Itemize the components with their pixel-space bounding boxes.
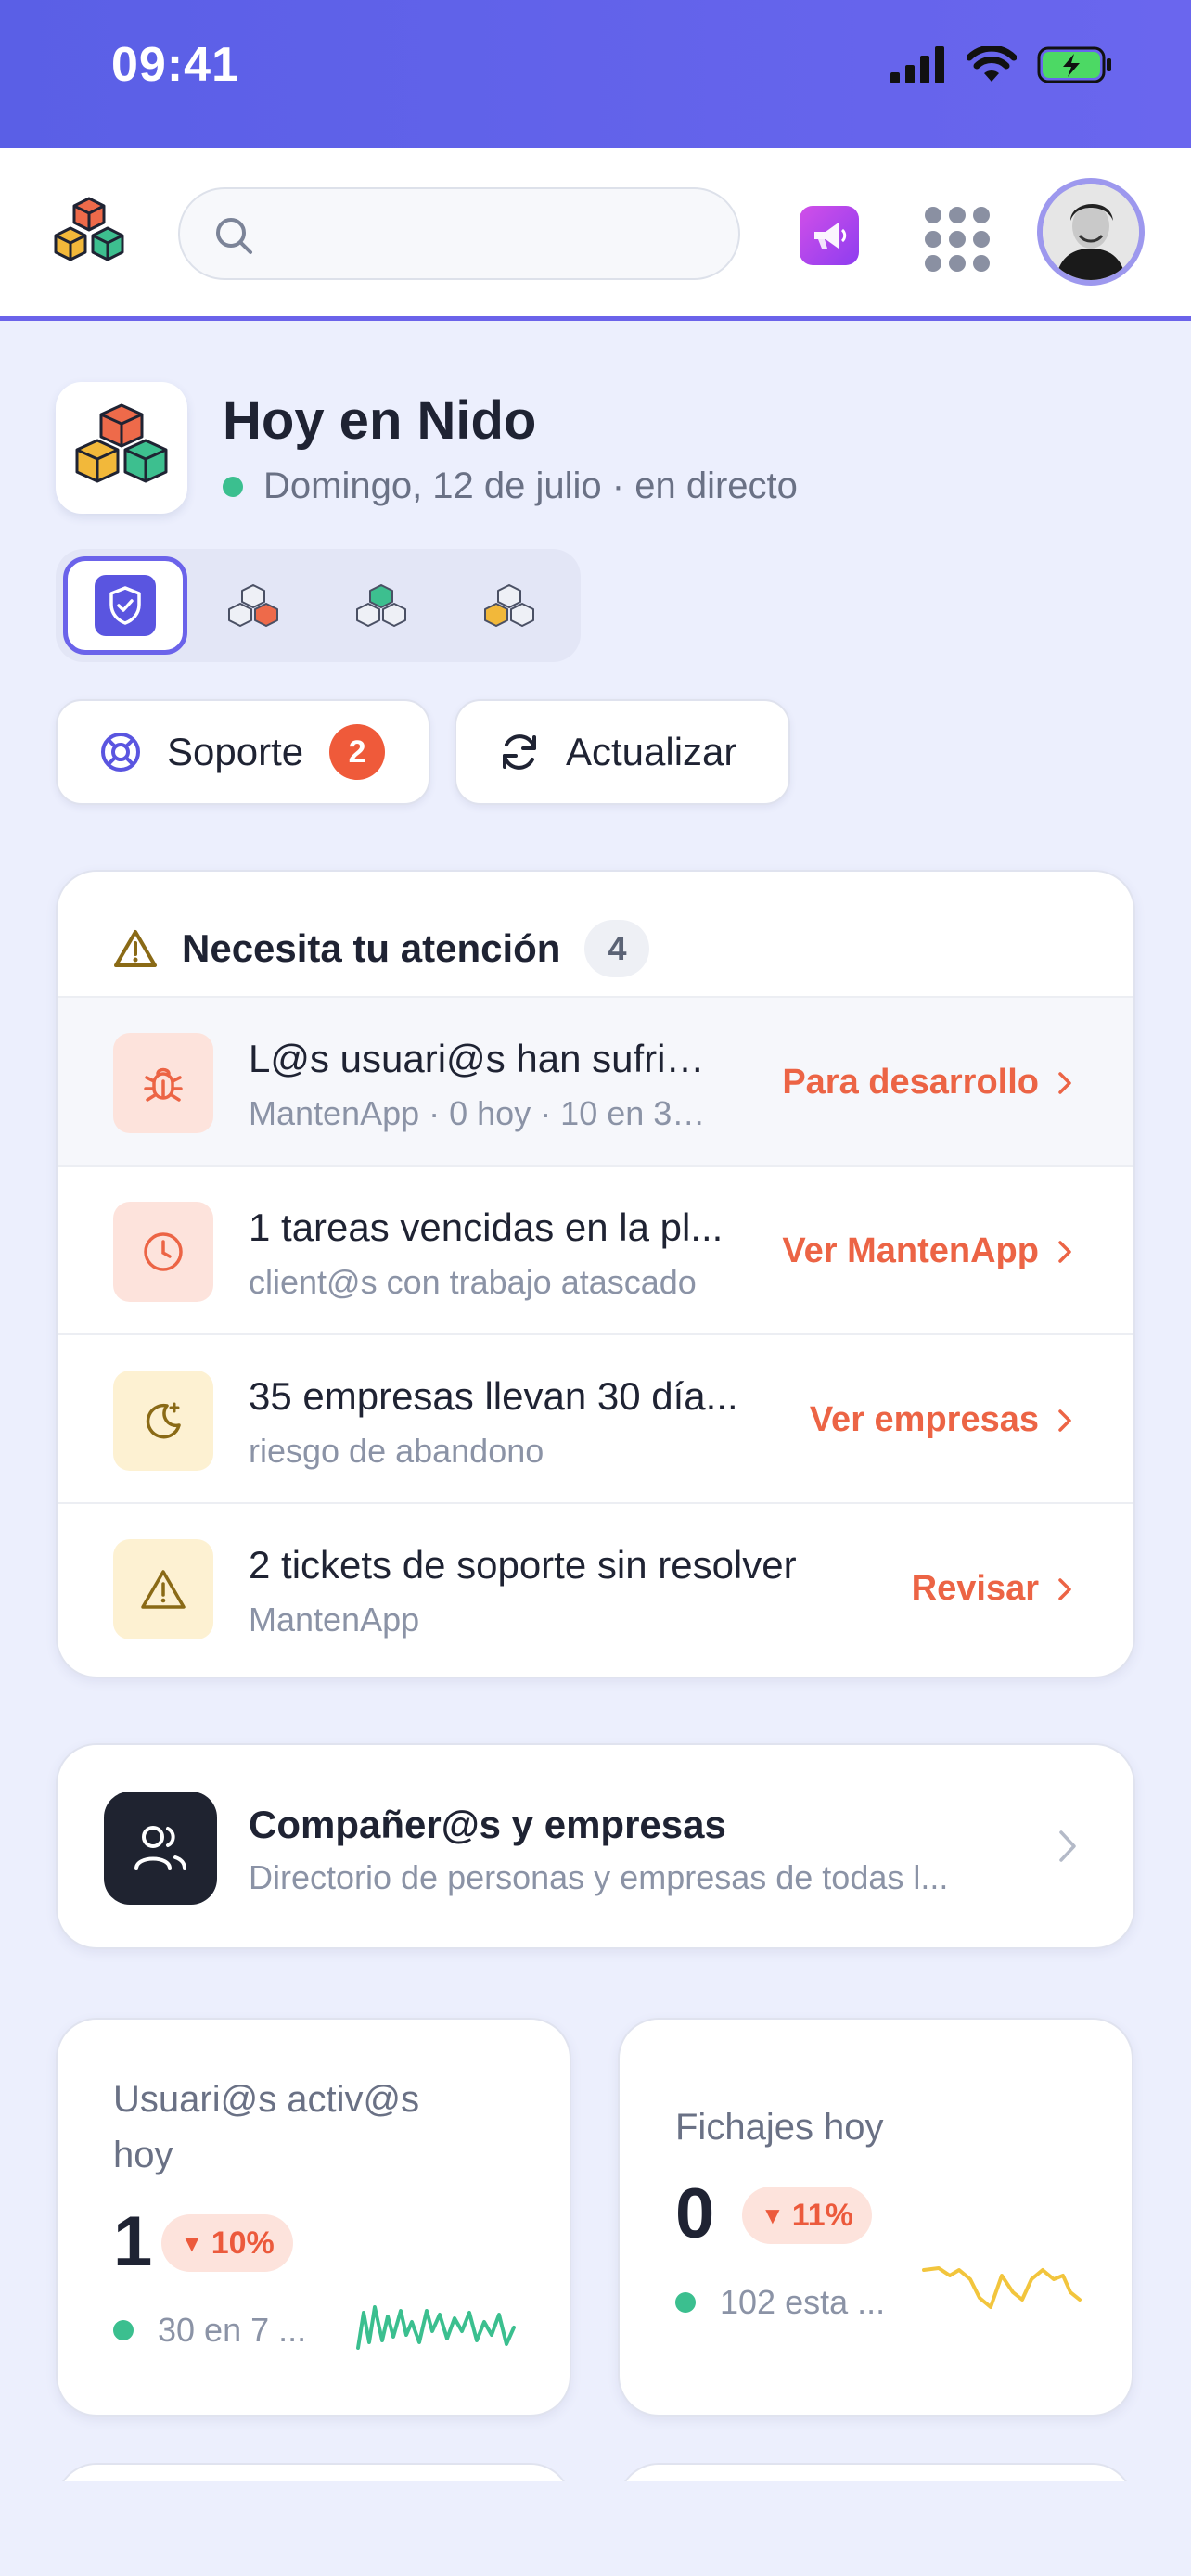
chevron-right-icon: [1058, 1071, 1071, 1094]
moon-icon: [113, 1371, 213, 1471]
battery-icon: [1037, 46, 1111, 83]
signal-icon: [890, 46, 944, 83]
stat-footer: 102 esta ...: [675, 2283, 885, 2322]
directory-title: Compañer@s y empresas: [249, 1803, 726, 1846]
refresh-label: Actualizar: [566, 730, 737, 773]
status-bar: 09:41: [0, 0, 1191, 148]
chevron-right-icon: [1058, 1409, 1071, 1432]
stat-card-active-users[interactable]: Usuari@s activ@s hoy 1 ▼ 10% 30 en 7 ...: [56, 2018, 571, 2417]
bottom-background: [0, 2481, 1191, 2576]
attention-title: Necesita tu atención: [182, 926, 561, 970]
attention-item-subtitle: MantenApp · 0 hoy · 10 en 30 ...: [249, 1094, 712, 1132]
attention-item[interactable]: 35 empresas llevan 30 día... riesgo de a…: [58, 1333, 1133, 1502]
action-label: Ver empresas: [809, 1400, 1039, 1439]
stat-footer-text: 30 en 7 ...: [158, 2311, 307, 2349]
live-indicator: [223, 476, 243, 497]
wifi-icon: [967, 46, 1017, 82]
search-icon: [216, 218, 252, 254]
attention-header: Necesita tu atención 4: [113, 920, 650, 977]
attention-item[interactable]: 2 tickets de soporte sin resolver Manten…: [58, 1502, 1133, 1671]
status-icons: [890, 46, 1113, 83]
cubes-green-icon: [356, 584, 406, 627]
status-time: 09:41: [111, 38, 239, 92]
grid-icon[interactable]: [924, 206, 991, 273]
support-label: Soporte: [167, 730, 304, 773]
users-icon: [104, 1792, 217, 1905]
user-avatar[interactable]: [1037, 178, 1145, 286]
refresh-button[interactable]: Actualizar: [455, 699, 790, 805]
top-app-bar: [0, 148, 1191, 321]
app-switch-yellow[interactable]: [447, 556, 571, 655]
app-switcher: [56, 549, 581, 662]
search-box[interactable]: [178, 187, 740, 280]
status-dot: [113, 2320, 134, 2340]
stat-value: 1: [113, 2202, 153, 2281]
bug-icon: [113, 1033, 213, 1133]
subtitle-text: Domingo, 12 de julio · en directo: [263, 465, 798, 506]
attention-item[interactable]: 1 tareas vencidas en la pl... client@s c…: [58, 1165, 1133, 1333]
attention-item-action[interactable]: Revisar: [912, 1569, 1072, 1609]
refresh-icon: [503, 734, 536, 770]
shield-icon: [95, 575, 156, 636]
megaphone-icon[interactable]: [800, 206, 859, 265]
chevron-right-icon: [1058, 1240, 1071, 1263]
directory-subtitle: Directorio de personas y empresas de tod…: [249, 1858, 949, 1896]
app-switch-green[interactable]: [319, 556, 443, 655]
stat-label-line2: hoy: [113, 2135, 173, 2175]
stat-footer: 30 en 7 ...: [113, 2311, 306, 2350]
attention-item-title: 1 tareas vencidas en la pl...: [249, 1205, 724, 1249]
support-button[interactable]: Soporte 2: [56, 699, 430, 805]
cubes-red-icon: [228, 584, 278, 627]
stat-footer-text: 102 esta ...: [720, 2283, 886, 2321]
app-switch-red[interactable]: [191, 556, 315, 655]
app-switch-admin[interactable]: [63, 556, 187, 655]
attention-item-subtitle: MantenApp: [249, 1600, 420, 1639]
action-label: Revisar: [911, 1569, 1039, 1608]
attention-item-action[interactable]: Ver empresas: [810, 1400, 1072, 1440]
attention-item-action[interactable]: Ver MantenApp: [782, 1231, 1072, 1271]
stat-value: 0: [675, 2174, 715, 2253]
cubes-logo-icon: [75, 403, 168, 483]
action-label: Ver MantenApp: [782, 1231, 1039, 1270]
stat-delta: 11%: [791, 2197, 853, 2233]
nido-logo-icon[interactable]: [45, 193, 134, 282]
down-arrow-icon: ▼: [761, 2200, 785, 2229]
page-title: Hoy en Nido: [223, 390, 537, 451]
attention-item-title: 35 empresas llevan 30 día...: [249, 1374, 738, 1418]
warning-icon: [113, 1539, 213, 1639]
stat-delta-badge: ▼ 11%: [742, 2187, 872, 2244]
attention-item-action[interactable]: Para desarrollo: [782, 1063, 1072, 1103]
support-count-badge: 2: [329, 724, 386, 780]
warning-icon: [114, 930, 157, 967]
lifebuoy-icon: [101, 733, 140, 772]
attention-item-subtitle: client@s con trabajo atascado: [249, 1263, 697, 1301]
attention-item-title: L@s usuari@s han sufrid...: [249, 1037, 712, 1080]
down-arrow-icon: ▼: [180, 2228, 204, 2257]
action-label: Para desarrollo: [782, 1063, 1039, 1102]
attention-card: Necesita tu atención 4 L@s usuari@s han …: [56, 870, 1135, 1678]
sparkline-active-users: [356, 2305, 516, 2350]
directory-card[interactable]: Compañer@s y empresas Directorio de pers…: [56, 1743, 1135, 1949]
stat-card-check-ins[interactable]: Fichajes hoy 0 ▼ 11% 102 esta ...: [618, 2018, 1133, 2417]
attention-count: 4: [584, 920, 650, 977]
clock-icon: [113, 1202, 213, 1302]
search-input[interactable]: [273, 208, 718, 263]
attention-item[interactable]: L@s usuari@s han sufrid... MantenApp · 0…: [58, 996, 1133, 1165]
stat-delta-badge: ▼ 10%: [161, 2214, 293, 2272]
stat-delta: 10%: [211, 2225, 275, 2261]
cubes-yellow-icon: [484, 584, 534, 627]
chevron-right-icon: [1059, 1830, 1076, 1862]
stat-label-line1: Fichajes hoy: [675, 2107, 884, 2148]
page-subtitle: Domingo, 12 de julio · en directo: [223, 465, 798, 507]
chevron-right-icon: [1058, 1577, 1071, 1600]
sparkline-check-ins: [922, 2266, 1082, 2309]
attention-item-title: 2 tickets de soporte sin resolver: [249, 1543, 797, 1587]
attention-item-subtitle: riesgo de abandono: [249, 1432, 544, 1470]
status-dot: [675, 2292, 696, 2313]
stat-label-line1: Usuari@s activ@s: [113, 2079, 420, 2120]
site-logo: [56, 382, 187, 514]
